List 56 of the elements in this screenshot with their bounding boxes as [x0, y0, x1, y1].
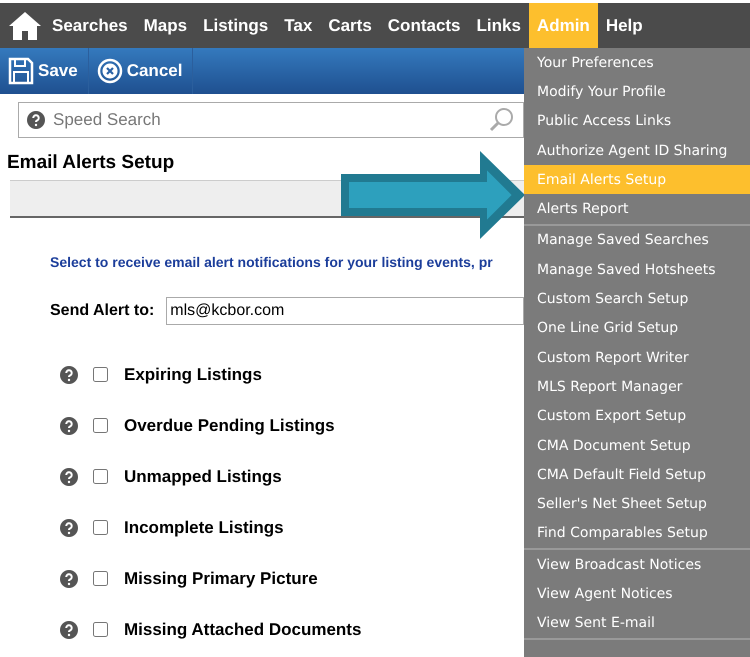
home-icon[interactable]	[8, 10, 42, 42]
menu-item[interactable]: Authorize Agent ID Sharing	[524, 136, 750, 166]
menu-item[interactable]: One Line Grid Setup	[524, 314, 750, 343]
save-button[interactable]: Save	[0, 48, 89, 94]
menu-item[interactable]: Your Preferences	[524, 48, 750, 78]
menu-item[interactable]: Public Access Links	[524, 106, 750, 136]
send-alert-label: Send Alert to:	[50, 302, 154, 320]
menu-item[interactable]: Manage Saved Hotsheets	[524, 255, 750, 284]
help-icon[interactable]	[60, 620, 78, 638]
alert-label: Incomplete Listings	[124, 518, 284, 538]
help-icon[interactable]	[27, 111, 45, 129]
alert-checkbox[interactable]	[93, 622, 108, 637]
menu-item[interactable]: Modify Your Profile	[524, 77, 750, 107]
menu-item[interactable]: Alerts Report	[524, 194, 750, 224]
help-icon[interactable]	[60, 416, 78, 434]
alert-checkbox[interactable]	[93, 367, 108, 382]
menu-item[interactable]: View Broadcast Notices	[524, 550, 750, 580]
alert-checkbox[interactable]	[93, 469, 108, 484]
menu-item[interactable]: Find Comparables Setup	[524, 518, 750, 548]
nav-tab[interactable]: Listings	[195, 3, 276, 48]
cancel-button[interactable]: Cancel	[88, 48, 194, 94]
help-icon[interactable]	[60, 570, 78, 588]
nav-tab[interactable]: Tax	[276, 3, 320, 48]
menu-item[interactable]: MLS Report Manager	[524, 372, 750, 402]
menu-item[interactable]: Custom Report Writer	[524, 342, 750, 372]
menu-item[interactable]: Custom Search Setup	[524, 284, 750, 314]
close-icon	[96, 58, 123, 84]
menu-item[interactable]: Custom Export Setup	[524, 402, 750, 431]
help-icon[interactable]	[60, 518, 78, 536]
alert-label: Overdue Pending Listings	[124, 416, 335, 436]
menu-item[interactable]: View Agent Notices	[524, 579, 750, 609]
alert-checkbox[interactable]	[93, 571, 108, 586]
alert-label: Unmapped Listings	[124, 466, 282, 486]
menu-item[interactable]: Seller's Net Sheet Setup	[524, 489, 750, 519]
help-icon[interactable]	[60, 366, 78, 384]
alert-label: Expiring Listings	[124, 364, 262, 384]
nav-tab[interactable]: Links	[468, 3, 529, 48]
alert-checkbox[interactable]	[93, 418, 108, 433]
nav-tab[interactable]: Searches	[44, 3, 136, 48]
email-field[interactable]: mls@kcbor.com	[166, 297, 524, 325]
nav-tab[interactable]: Carts	[320, 3, 380, 48]
alert-checkbox[interactable]	[93, 520, 108, 535]
help-icon[interactable]	[60, 468, 78, 486]
nav-tab[interactable]: Contacts	[380, 3, 469, 48]
nav-tab[interactable]: Help	[598, 3, 651, 48]
search-field[interactable]: Speed Search	[18, 102, 524, 138]
nav-tab[interactable]: Maps	[136, 3, 196, 48]
menu-item[interactable]: View Sent E-mail	[524, 608, 750, 638]
alert-label: Missing Primary Picture	[124, 568, 318, 588]
page-title: Email Alerts Setup	[7, 152, 176, 175]
menu-item[interactable]: Manage Saved Searches	[524, 226, 750, 256]
search-icon	[489, 107, 515, 133]
instructions-text: Select to receive email alert notifications for your listing events, pr	[50, 254, 494, 270]
alert-label: Missing Attached Documents	[124, 620, 362, 640]
menu-item[interactable]: CMA Default Field Setup	[524, 460, 750, 490]
menu-item[interactable]: CMA Document Setup	[524, 430, 750, 460]
